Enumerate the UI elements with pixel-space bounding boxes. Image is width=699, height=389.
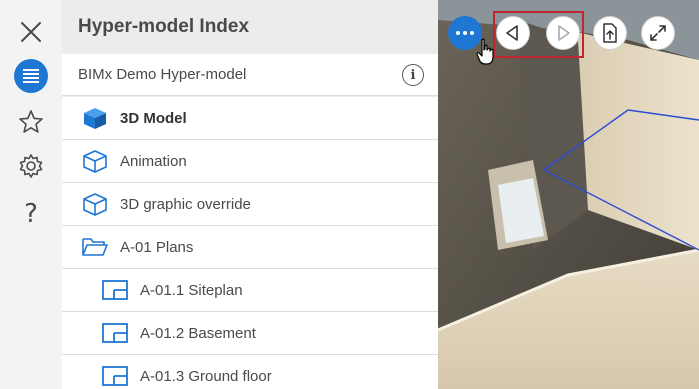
- info-button[interactable]: i: [402, 64, 424, 86]
- cube-outline-icon: [80, 149, 110, 173]
- model-name: BIMx Demo Hyper-model: [78, 66, 247, 83]
- cube-outline-icon: [80, 192, 110, 216]
- tree-item-a011-siteplan[interactable]: A-01.1 Siteplan: [62, 269, 438, 312]
- forward-button[interactable]: [546, 16, 580, 50]
- floorplan-icon: [100, 278, 130, 302]
- tree-item-a013-ground-floor[interactable]: A-01.3 Ground floor: [62, 355, 438, 389]
- tree-item-a01-plans[interactable]: A-01 Plans: [62, 226, 438, 269]
- cube-filled-icon: [80, 106, 110, 130]
- tree-item-label: 3D graphic override: [120, 195, 251, 213]
- gear-icon: [19, 154, 43, 178]
- back-button[interactable]: [496, 16, 530, 50]
- index-panel: Hyper-model Index BIMx Demo Hyper-model …: [62, 0, 438, 389]
- more-icon: [456, 31, 474, 35]
- tree-item-label: A-01.2 Basement: [140, 324, 256, 342]
- panel-title: Hyper-model Index: [78, 16, 250, 37]
- building-render: [438, 0, 699, 389]
- expand-icon: [650, 25, 666, 41]
- close-icon: [21, 22, 41, 42]
- more-options-button[interactable]: [448, 16, 482, 50]
- help-button[interactable]: ?: [0, 194, 62, 234]
- tree-item-label: A-01.3 Ground floor: [140, 367, 272, 385]
- 3d-viewport[interactable]: [438, 0, 699, 389]
- export-button[interactable]: [593, 16, 627, 50]
- tree-item-label: A-01.1 Siteplan: [140, 281, 243, 299]
- tree-item-label: A-01 Plans: [120, 238, 194, 256]
- close-button[interactable]: [0, 12, 62, 52]
- tree-item-3d-model[interactable]: 3D Model: [62, 97, 438, 140]
- panel-header: Hyper-model Index: [62, 0, 438, 54]
- back-icon: [506, 25, 518, 41]
- tree-item-label: Animation: [120, 152, 187, 170]
- floorplan-icon: [100, 364, 130, 388]
- tree-item-3d-graphic-override[interactable]: 3D graphic override: [62, 183, 438, 226]
- folder-open-icon: [80, 235, 110, 259]
- forward-icon: [558, 25, 570, 41]
- index-button[interactable]: [0, 56, 62, 96]
- tree-item-animation[interactable]: Animation: [62, 140, 438, 183]
- favorites-button[interactable]: [0, 102, 62, 142]
- index-tree: 3D Model Animation 3D graphic override A…: [62, 97, 438, 389]
- icon-rail: ?: [0, 0, 62, 389]
- list-icon: [14, 59, 48, 93]
- settings-button[interactable]: [0, 146, 62, 186]
- floorplan-icon: [100, 321, 130, 345]
- model-name-row: BIMx Demo Hyper-model i: [62, 54, 438, 96]
- info-icon: i: [410, 67, 416, 83]
- tree-item-label: 3D Model: [120, 109, 187, 127]
- help-icon: ?: [24, 199, 38, 229]
- star-icon: [19, 110, 43, 133]
- tree-item-a012-basement[interactable]: A-01.2 Basement: [62, 312, 438, 355]
- fullscreen-button[interactable]: [641, 16, 675, 50]
- export-icon: [603, 23, 617, 43]
